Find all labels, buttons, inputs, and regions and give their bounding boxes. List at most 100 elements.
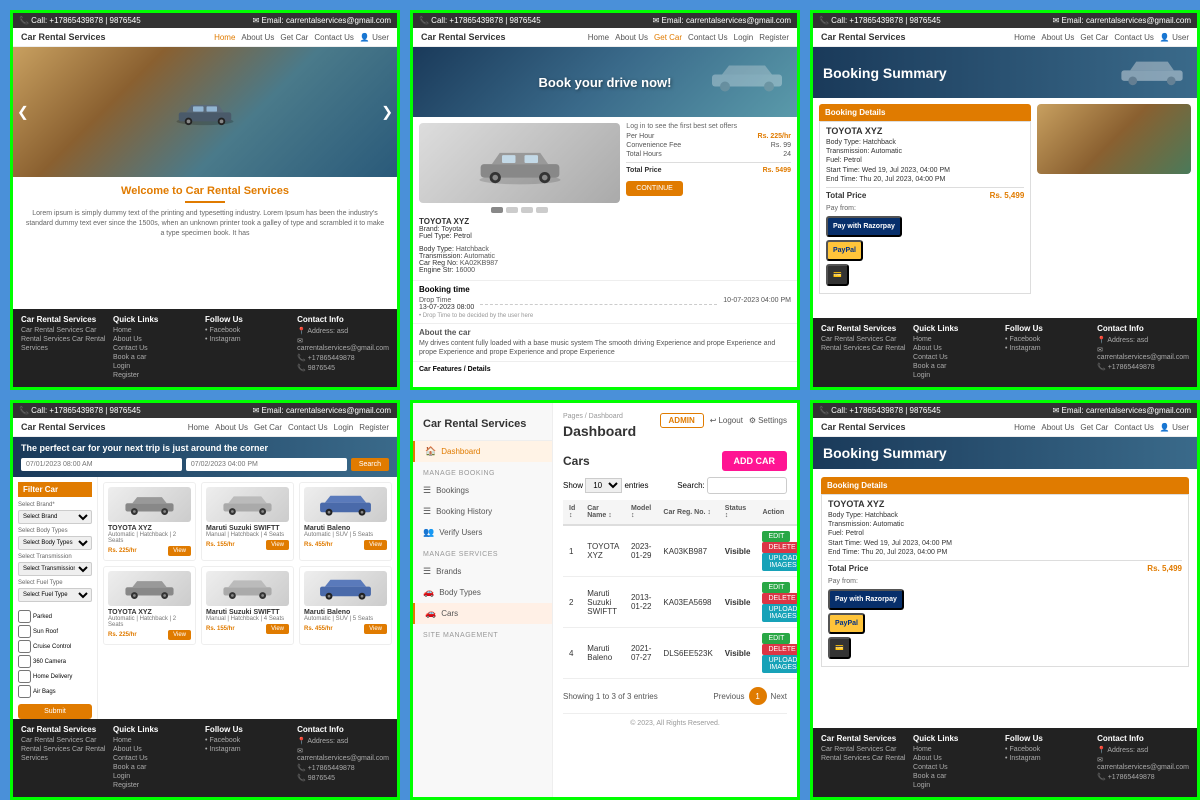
settings-button[interactable]: ⚙ Settings bbox=[749, 416, 787, 425]
paypal-button[interactable]: PayPal bbox=[826, 240, 863, 261]
razorpay-button[interactable]: Pay with Razorpay bbox=[826, 216, 902, 237]
car-price-3: Rs. 455/hr bbox=[304, 542, 333, 548]
nav-register-p4[interactable]: Register bbox=[359, 423, 389, 432]
filter-body-select[interactable]: Select Body Types bbox=[18, 536, 92, 550]
nav-links-p3[interactable]: Home About Us Get Car Contact Us 👤 User bbox=[1014, 33, 1189, 42]
thumb-3[interactable] bbox=[521, 207, 533, 213]
nav-getcar-p3[interactable]: Get Car bbox=[1080, 33, 1108, 42]
page-1-btn[interactable]: 1 bbox=[749, 687, 767, 705]
thumb-4[interactable] bbox=[536, 207, 548, 213]
thumb-1[interactable] bbox=[491, 207, 503, 213]
nav-login-p2[interactable]: Login bbox=[734, 33, 754, 42]
nav-contact-p2[interactable]: Contact Us bbox=[688, 33, 728, 42]
next-page[interactable]: Next bbox=[771, 692, 787, 701]
search-form-p4[interactable]: Search bbox=[21, 458, 389, 471]
p6-paypal-btn[interactable]: PayPal bbox=[828, 613, 865, 634]
dash-menu-cars[interactable]: 🚗 Cars bbox=[413, 603, 552, 624]
dash-menu-verify-users[interactable]: 👥 Verify Users bbox=[413, 522, 552, 543]
logout-button[interactable]: ↩ Logout bbox=[710, 416, 743, 425]
nav-getcar-p2[interactable]: Get Car bbox=[654, 33, 682, 42]
check-sunroof[interactable]: Sun Roof bbox=[18, 625, 92, 638]
nav-about-p6[interactable]: About Us bbox=[1041, 423, 1074, 432]
nav-getcar-p4[interactable]: Get Car bbox=[254, 423, 282, 432]
nav-links-p2[interactable]: Home About Us Get Car Contact Us Login R… bbox=[588, 33, 789, 42]
entries-select[interactable]: 102550 bbox=[585, 478, 622, 493]
search-button-p4[interactable]: Search bbox=[351, 458, 389, 471]
p6-body-type: Body Type: Hatchback bbox=[828, 512, 1182, 519]
nav-user-p3[interactable]: 👤 User bbox=[1160, 33, 1189, 42]
nav-links-p4[interactable]: Home About Us Get Car Contact Us Login R… bbox=[188, 423, 389, 432]
nav-home[interactable]: Home bbox=[214, 33, 235, 42]
nav-about-p3[interactable]: About Us bbox=[1041, 33, 1074, 42]
hero-chevron-left[interactable]: ❮ bbox=[17, 104, 29, 121]
car-img-5 bbox=[206, 571, 289, 606]
hero-p2: Book your drive now! bbox=[413, 47, 797, 117]
upload-btn-1[interactable]: UPLOAD IMAGES bbox=[762, 553, 797, 571]
filter-submit-button[interactable]: Submit bbox=[18, 704, 92, 719]
nav-getcar[interactable]: Get Car bbox=[280, 33, 308, 42]
dash-menu-bookings[interactable]: ☰ Bookings bbox=[413, 480, 552, 501]
filter-fuel-select[interactable]: Select Fuel Type bbox=[18, 588, 92, 602]
check-airbags[interactable]: Air Bags bbox=[18, 685, 92, 698]
nav-links-p6[interactable]: Home About Us Get Car Contact Us 👤 User bbox=[1014, 423, 1189, 432]
nav-home-p2[interactable]: Home bbox=[588, 33, 609, 42]
check-parked[interactable]: Parked bbox=[18, 610, 92, 623]
add-car-button[interactable]: ADD CAR bbox=[722, 451, 788, 471]
nav-user[interactable]: 👤 User bbox=[360, 33, 389, 42]
nav-home-p4[interactable]: Home bbox=[188, 423, 209, 432]
view-btn-2[interactable]: View bbox=[266, 540, 289, 550]
nav-contact-p6[interactable]: Contact Us bbox=[1114, 423, 1154, 432]
delete-btn-3[interactable]: DELETE bbox=[762, 644, 797, 655]
p6-razorpay-btn[interactable]: Pay with Razorpay bbox=[828, 589, 904, 610]
dash-menu-dashboard[interactable]: 🏠 Dashboard bbox=[413, 441, 552, 462]
nav-about-p4[interactable]: About Us bbox=[215, 423, 248, 432]
nav-register-p2[interactable]: Register bbox=[759, 33, 789, 42]
filter-trans-select[interactable]: Select Transmission bbox=[18, 562, 92, 576]
check-delivery[interactable]: Home Delivery bbox=[18, 670, 92, 683]
nav-home-p6[interactable]: Home bbox=[1014, 423, 1035, 432]
view-btn-1[interactable]: View bbox=[168, 546, 191, 556]
date-from-input[interactable] bbox=[21, 458, 182, 471]
verify-users-label: Verify Users bbox=[439, 528, 482, 537]
view-btn-3[interactable]: View bbox=[364, 540, 387, 550]
nav-about-p2[interactable]: About Us bbox=[615, 33, 648, 42]
nav-getcar-p6[interactable]: Get Car bbox=[1080, 423, 1108, 432]
check-360[interactable]: 360 Camera bbox=[18, 655, 92, 668]
upload-btn-3[interactable]: UPLOAD IMAGES bbox=[762, 655, 797, 673]
nav-links-p1[interactable]: Home About Us Get Car Contact Us 👤 User bbox=[214, 33, 389, 42]
edit-btn-1[interactable]: EDIT bbox=[762, 531, 790, 542]
p6-card-btn[interactable]: 💳 bbox=[828, 637, 851, 659]
check-cruise[interactable]: Cruise Control bbox=[18, 640, 92, 653]
dash-menu-brands[interactable]: ☰ Brands bbox=[413, 561, 552, 582]
dash-menu-body-types[interactable]: 🚗 Body Types bbox=[413, 582, 552, 603]
car-img-2 bbox=[206, 487, 289, 522]
delete-btn-2[interactable]: DELETE bbox=[762, 593, 797, 604]
car-card-1: TOYOTA XYZ Automatic | Hatchback | 2 Sea… bbox=[103, 482, 196, 561]
nav-user-p6[interactable]: 👤 User bbox=[1160, 423, 1189, 432]
continue-button[interactable]: CONTINUE bbox=[626, 181, 683, 196]
date-separator bbox=[480, 304, 717, 305]
nav-about[interactable]: About Us bbox=[241, 33, 274, 42]
thumb-2[interactable] bbox=[506, 207, 518, 213]
edit-btn-2[interactable]: EDIT bbox=[762, 582, 790, 593]
dash-menu-booking-history[interactable]: ☰ Booking History bbox=[413, 501, 552, 522]
nav-home-p3[interactable]: Home bbox=[1014, 33, 1035, 42]
delete-btn-1[interactable]: DELETE bbox=[762, 542, 797, 553]
nav-contact-p4[interactable]: Contact Us bbox=[288, 423, 328, 432]
card-button[interactable]: 💳 bbox=[826, 264, 849, 286]
view-btn-5[interactable]: View bbox=[266, 624, 289, 634]
upload-btn-2[interactable]: UPLOAD IMAGES bbox=[762, 604, 797, 622]
nav-contact[interactable]: Contact Us bbox=[314, 33, 354, 42]
edit-btn-3[interactable]: EDIT bbox=[762, 633, 790, 644]
hero-chevron-right[interactable]: ❯ bbox=[381, 104, 393, 121]
footer-col1: Car Rental Services Car Rental Services … bbox=[21, 315, 107, 381]
nav-login-p4[interactable]: Login bbox=[334, 423, 354, 432]
nav-contact-p3[interactable]: Contact Us bbox=[1114, 33, 1154, 42]
prev-page[interactable]: Previous bbox=[713, 692, 744, 701]
top-bar-p1: 📞 Call: +17865439878 | 9876545 ✉ Email: … bbox=[13, 13, 397, 28]
date-to-input[interactable] bbox=[186, 458, 347, 471]
table-search-input[interactable] bbox=[707, 477, 787, 494]
view-btn-4[interactable]: View bbox=[168, 630, 191, 640]
filter-brand-select[interactable]: Select Brand Toyota Maruti bbox=[18, 510, 92, 524]
view-btn-6[interactable]: View bbox=[364, 624, 387, 634]
